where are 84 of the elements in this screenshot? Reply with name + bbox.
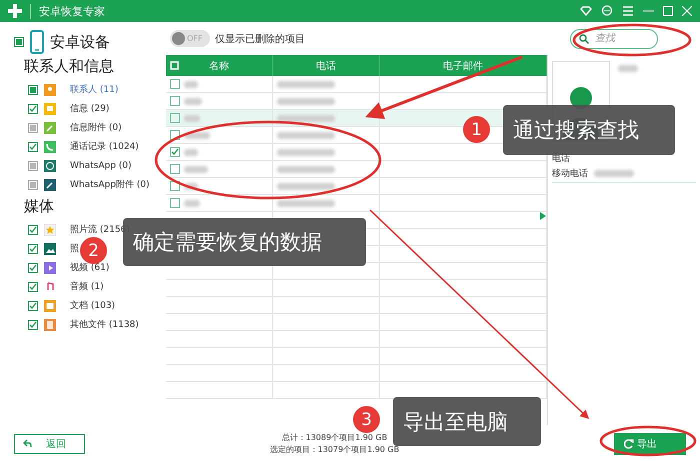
row-checkbox[interactable] <box>170 147 180 157</box>
search-field[interactable]: 查找 <box>570 28 658 48</box>
window-title: 安卓恢复专家 <box>30 4 105 18</box>
category-item[interactable]: 文档 (103) <box>70 299 116 312</box>
search-input[interactable]: 查找 <box>593 32 649 45</box>
whatsapp-icon <box>44 160 56 172</box>
blurred-phone <box>277 80 335 88</box>
table-row[interactable] <box>166 76 547 93</box>
toggle-caption: 仅显示已删除的项目 <box>215 32 305 46</box>
callout-tooltip: 导出至电脑 <box>393 397 541 446</box>
contact-icon <box>44 84 56 96</box>
row-checkbox[interactable] <box>170 113 180 123</box>
close-icon[interactable] <box>682 6 692 16</box>
row-checkbox[interactable] <box>170 79 180 89</box>
message-icon <box>44 102 56 114</box>
blurred-phone <box>277 114 335 122</box>
search-icon <box>579 34 589 44</box>
row-checkbox[interactable] <box>170 130 180 140</box>
photo-icon <box>44 242 56 254</box>
blurred-phone <box>594 170 634 177</box>
document-icon <box>44 300 56 312</box>
plus-logo-icon <box>8 4 22 18</box>
table-row[interactable] <box>166 93 547 110</box>
maximize-icon[interactable] <box>663 6 673 16</box>
star-icon <box>44 224 56 236</box>
row-checkbox[interactable] <box>170 96 180 106</box>
checkbox[interactable] <box>28 262 38 272</box>
phone-label: 移动电话 <box>552 168 588 180</box>
blurred-phone <box>277 200 335 206</box>
category-item[interactable]: 音频 (1) <box>70 280 104 293</box>
video-icon <box>44 262 56 274</box>
row-checkbox[interactable] <box>170 198 180 208</box>
checkbox[interactable] <box>28 300 38 310</box>
device-label: 安卓设备 <box>50 32 110 52</box>
blurred-name <box>184 114 200 122</box>
section-title: 联系人和信息 <box>24 57 115 76</box>
attachment-icon <box>44 122 56 134</box>
clip-icon <box>44 178 56 190</box>
phone-icon <box>30 30 44 54</box>
checkbox[interactable] <box>14 37 24 47</box>
checkbox[interactable] <box>28 320 38 330</box>
row-checkbox[interactable] <box>170 181 180 191</box>
blurred-contact-name <box>618 65 638 72</box>
field-label: 电话 <box>552 152 571 165</box>
header-checkbox[interactable] <box>170 61 179 70</box>
table-row[interactable] <box>166 178 547 195</box>
step-number-badge: 2 <box>80 237 107 264</box>
blurred-phone <box>277 182 335 190</box>
back-arrow-icon <box>23 439 32 448</box>
checkbox[interactable] <box>28 142 38 152</box>
blurred-phone <box>277 98 335 104</box>
checkbox[interactable] <box>28 282 38 292</box>
category-item[interactable]: 照 <box>70 242 79 255</box>
menu-icon[interactable] <box>622 6 634 16</box>
expand-arrow-icon[interactable] <box>540 212 546 220</box>
blurred-phone <box>277 148 335 156</box>
blurred-name <box>184 200 200 206</box>
blurred-name <box>184 98 202 104</box>
checkbox[interactable] <box>28 84 38 94</box>
category-item[interactable]: 信息 (29) <box>70 102 110 115</box>
call-icon <box>44 140 56 152</box>
checkbox[interactable] <box>28 224 38 234</box>
callout-tooltip: 通过搜索查找 <box>503 105 675 155</box>
blurred-name <box>184 80 198 88</box>
blurred-name <box>184 166 208 172</box>
checkbox[interactable] <box>28 244 38 254</box>
selected-summary: 选定的项目：13079个项目1.90 GB <box>270 444 400 456</box>
category-item[interactable]: 其他文件 (1138) <box>70 318 139 331</box>
table-row[interactable] <box>166 195 547 212</box>
checkbox[interactable] <box>28 104 38 114</box>
blurred-phone <box>277 132 335 138</box>
category-item[interactable]: 通话记录 (1024) <box>70 140 139 153</box>
chat-icon[interactable] <box>601 5 613 17</box>
row-checkbox[interactable] <box>170 164 180 174</box>
step-number-badge: 3 <box>353 406 380 433</box>
category-item[interactable]: 联系人 (11) <box>70 83 118 96</box>
blurred-phone <box>277 166 335 172</box>
file-icon <box>44 318 56 330</box>
total-summary: 总计：13089个项目1.90 GB <box>282 432 388 444</box>
diamond-icon[interactable] <box>580 6 592 16</box>
section-title: 媒体 <box>24 197 55 216</box>
refresh-icon <box>624 438 634 448</box>
category-item[interactable]: 视频 (61) <box>70 261 110 274</box>
blurred-name <box>184 148 198 156</box>
